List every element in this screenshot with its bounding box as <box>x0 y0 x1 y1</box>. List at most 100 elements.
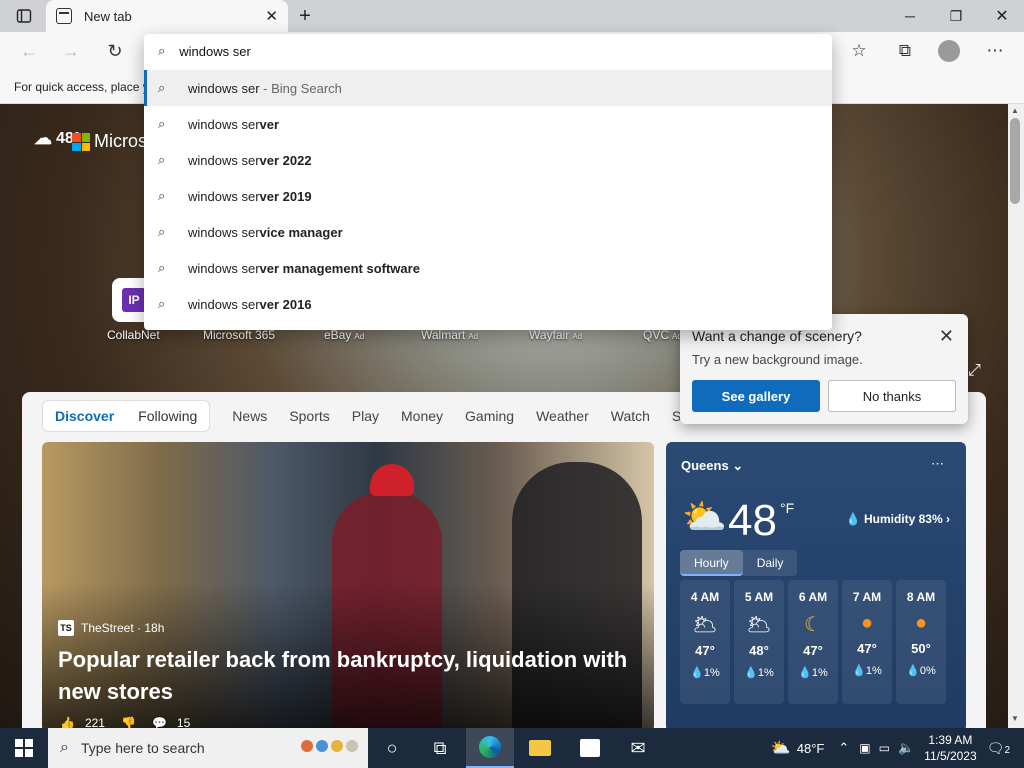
weather-location[interactable]: Queens ⌄ <box>681 458 743 474</box>
suggestion-item[interactable]: ⌕ windows server 2022 <box>144 142 832 178</box>
tab-daily[interactable]: Daily <box>743 550 798 576</box>
quick-link-collabnet[interactable]: CollabNet <box>107 328 160 342</box>
hourly-item[interactable]: 7 AM ● 47° 💧1% <box>842 580 892 704</box>
suggestion-completion: ver 2016 <box>259 296 312 312</box>
tab-play[interactable]: Play <box>352 408 379 424</box>
weather-cloud-icon[interactable]: ⛅ <box>771 738 791 758</box>
address-input[interactable] <box>179 43 780 59</box>
hour-temp: 47° <box>857 641 877 656</box>
hour-precip-value: 1% <box>703 667 720 679</box>
refresh-icon[interactable]: ↻ <box>98 32 132 70</box>
tab-following[interactable]: Following <box>126 408 209 424</box>
microsoft-brand-text: Micros <box>94 131 147 151</box>
hourly-item[interactable]: 6 AM ☾ 47° 💧1% <box>788 580 838 704</box>
tab-weather[interactable]: Weather <box>536 408 589 424</box>
see-gallery-button[interactable]: See gallery <box>692 380 820 412</box>
forward-icon[interactable]: → <box>54 32 88 70</box>
quick-link-walmart[interactable]: Walmart Ad <box>421 328 478 342</box>
tab-watch[interactable]: Watch <box>611 408 650 424</box>
weather-card[interactable]: Queens ⌄ ⋯ ⛅ 48 °F 💧 Humidity 83% › Hour… <box>666 442 966 732</box>
title-bar: New tab ✕ + ─ ❐ ✕ <box>0 0 1024 32</box>
hourly-item[interactable]: 5 AM 🌥 48° 💧1% <box>734 580 784 704</box>
scroll-up-icon[interactable]: ▲ <box>1010 106 1020 115</box>
taskbar: ⌕ Type here to search ○ ⧉ ✉ ⛅ 48°F ⌃ ▣ ▭… <box>0 728 1024 768</box>
article-headline[interactable]: Popular retailer back from bankruptcy, l… <box>58 644 628 708</box>
windows-logo-icon <box>15 739 33 757</box>
suggestion-item[interactable]: ⌕ windows server management software <box>144 250 832 286</box>
suggestion-item[interactable]: ⌕ windows ser - Bing Search <box>144 70 832 106</box>
mail-icon[interactable]: ✉ <box>614 728 662 768</box>
expand-icon[interactable]: ⤢ <box>968 362 981 380</box>
tab-close-icon[interactable]: ✕ <box>265 7 278 25</box>
back-icon[interactable]: ← <box>12 32 46 70</box>
start-button[interactable] <box>0 728 48 768</box>
suggestion-item[interactable]: ⌕ windows server 2016 <box>144 286 832 322</box>
more-menu-icon[interactable]: ⋯ <box>978 32 1012 70</box>
hour-temp: 48° <box>749 643 769 658</box>
favorites-icon[interactable]: ☆ <box>842 32 876 70</box>
scroll-down-icon[interactable]: ▼ <box>1010 714 1020 723</box>
suggestion-item[interactable]: ⌕ windows server 2019 <box>144 178 832 214</box>
tab-new-tab[interactable]: New tab ✕ <box>46 0 288 32</box>
address-bar-dropdown: ⌕ ⌕ windows ser - Bing Search ⌕ windows … <box>144 34 832 330</box>
sun-icon: ● <box>914 612 928 634</box>
tab-discover[interactable]: Discover <box>43 408 126 424</box>
humidity-text: Humidity 83% <box>863 512 943 526</box>
quick-link-wayfair[interactable]: Wayfair Ad <box>529 328 582 342</box>
edge-taskbar-icon[interactable] <box>466 728 514 768</box>
hourly-item[interactable]: 8 AM ● 50° 💧0% <box>896 580 946 704</box>
collections-icon[interactable]: ⧉ <box>888 32 922 70</box>
hour-precip-value: 1% <box>757 667 774 679</box>
article-source-text: TheStreet · 18h <box>81 621 165 635</box>
more-options-icon[interactable]: ⋯ <box>931 456 944 472</box>
tab-actions-icon[interactable] <box>10 0 38 32</box>
cortana-icon[interactable]: ○ <box>368 728 416 768</box>
new-tab-button[interactable]: + <box>292 0 318 32</box>
moon-cloud-icon: 🌥 <box>692 614 718 636</box>
search-icon: ⌕ <box>158 152 166 167</box>
minimize-icon[interactable]: ─ <box>894 0 926 32</box>
quick-link-qvc[interactable]: QVC Ad <box>643 328 682 342</box>
quick-link-label: Microsoft 365 <box>203 328 276 342</box>
tab-sports[interactable]: Sports <box>289 408 329 424</box>
suggestion-item[interactable]: ⌕ windows server <box>144 106 832 142</box>
weather-temp: 48 <box>728 496 777 545</box>
task-view-icon[interactable]: ⧉ <box>416 728 464 768</box>
hour-precip-value: 1% <box>811 667 828 679</box>
microsoft-store-icon[interactable] <box>566 728 614 768</box>
notifications-icon[interactable]: 🗨2 <box>987 740 1010 757</box>
suggestion-completion: ver management software <box>259 260 420 276</box>
chevron-right-icon: › <box>946 512 950 526</box>
volume-icon[interactable]: 🔈 <box>898 740 914 756</box>
network-icon[interactable]: ▭ <box>879 741 890 755</box>
hero-article-card[interactable]: TS TheStreet · 18h Popular retailer back… <box>42 442 654 732</box>
tab-gaming[interactable]: Gaming <box>465 408 514 424</box>
search-icon: ⌕ <box>158 80 166 95</box>
tab-hourly[interactable]: Hourly <box>680 550 743 576</box>
favorites-bar-text: For quick access, place y <box>14 79 149 94</box>
clock[interactable]: 1:39 AM 11/5/2023 <box>924 732 977 764</box>
meet-now-icon[interactable]: ▣ <box>859 741 870 755</box>
address-bar[interactable]: ⌕ <box>144 34 832 68</box>
clock-date: 11/5/2023 <box>924 749 977 763</box>
quick-link-ebay[interactable]: eBay Ad <box>324 328 364 342</box>
hourly-forecast: 4 AM 🌥 47° 💧1% 5 AM 🌥 48° 💧1% 6 AM ☾ 47°… <box>680 580 946 704</box>
restore-icon[interactable]: ❐ <box>940 0 972 32</box>
search-icon: ⌕ <box>60 739 69 756</box>
scrollbar-thumb[interactable] <box>1010 118 1020 204</box>
suggestion-item[interactable]: ⌕ windows service manager <box>144 214 832 250</box>
tray-weather-text[interactable]: 48°F <box>797 741 825 756</box>
chevron-up-icon[interactable]: ⌃ <box>838 740 849 756</box>
search-icon: ⌕ <box>158 296 166 311</box>
taskbar-search-box[interactable]: ⌕ Type here to search <box>48 728 368 768</box>
hourly-item[interactable]: 4 AM 🌥 47° 💧1% <box>680 580 730 704</box>
profile-avatar[interactable] <box>932 32 966 70</box>
no-thanks-button[interactable]: No thanks <box>828 380 956 412</box>
tab-news[interactable]: News <box>232 408 267 424</box>
close-window-icon[interactable]: ✕ <box>986 0 1018 32</box>
humidity-link[interactable]: 💧 Humidity 83% › <box>846 512 950 526</box>
quick-link-microsoft-365[interactable]: Microsoft 365 <box>203 328 275 342</box>
popup-close-icon[interactable]: ✕ <box>939 326 954 347</box>
tab-money[interactable]: Money <box>401 408 443 424</box>
file-explorer-icon[interactable] <box>516 728 564 768</box>
